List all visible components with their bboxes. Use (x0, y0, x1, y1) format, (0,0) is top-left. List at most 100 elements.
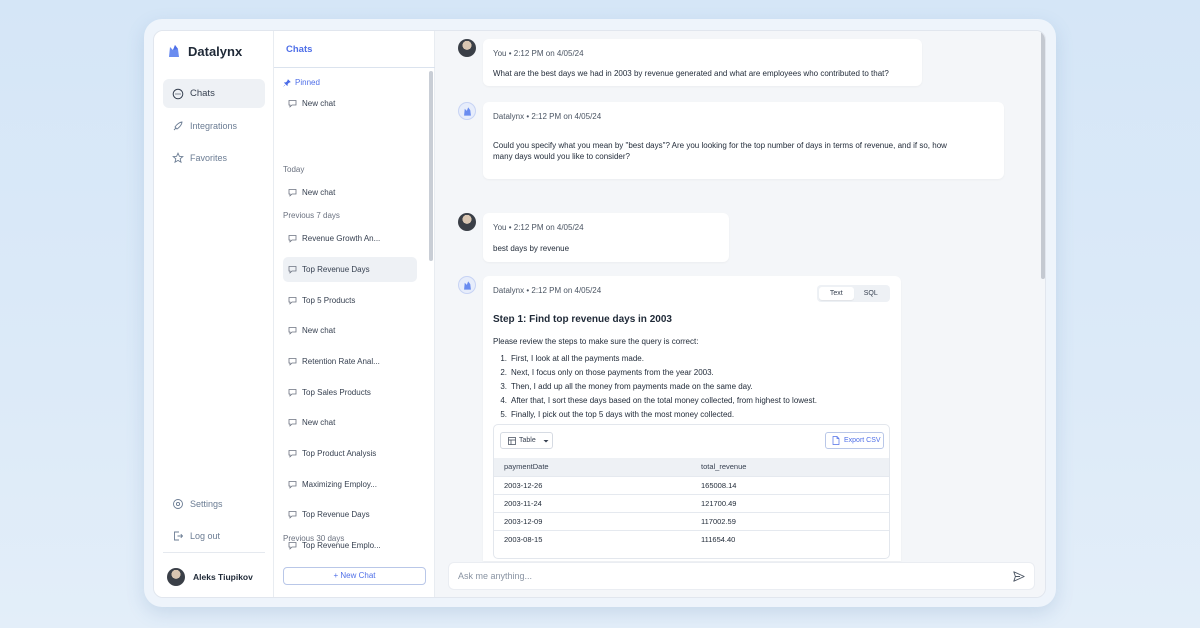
nav-item-logout[interactable]: Log out (163, 521, 265, 550)
avatar (458, 39, 476, 57)
bot-avatar (458, 102, 476, 120)
nav-item-label: Settings (190, 498, 223, 509)
message-input[interactable] (449, 563, 989, 589)
chat-bubble-icon (288, 389, 297, 397)
new-chat-button[interactable]: + New Chat (283, 567, 426, 585)
file-icon (832, 436, 840, 445)
chats-scrollbar[interactable] (429, 71, 433, 261)
table-cell: 2003-11-24 (494, 493, 691, 512)
chats-header: Chats (274, 31, 435, 68)
view-select[interactable]: Table (500, 432, 553, 449)
chat-item[interactable]: New chat (283, 410, 417, 435)
table-cell: 2003-12-26 (494, 475, 691, 494)
pinned-label: Pinned (283, 78, 320, 87)
conversation: You • 2:12 PM on 4/05/24 What are the be… (435, 31, 1045, 597)
chat-bubble-icon (288, 266, 297, 274)
chat-bubble-icon (288, 327, 297, 335)
list-item: 5. Finally, I pick out the top 5 days wit… (500, 410, 735, 419)
result-table-card: Table Export CSV paymentDate total_reven… (493, 424, 890, 559)
today-label: Today (283, 165, 305, 174)
chat-item[interactable]: Revenue Growth An... (283, 226, 417, 251)
table-row: 2003-12-26 165008.14 (494, 475, 889, 494)
chat-bubble-icon (288, 189, 297, 197)
table-cell: 111654.40 (691, 529, 889, 548)
chat-bubble-icon (288, 481, 297, 489)
chat-item[interactable]: Top Revenue Days (283, 502, 417, 527)
message-text-line-1: Could you specify what you mean by "best… (493, 141, 947, 150)
table-icon (508, 436, 516, 445)
cat-logo-icon (463, 106, 471, 116)
table-cell: 2003-12-09 (494, 511, 691, 530)
message-meta: Datalynx • 2:12 PM on 4/05/24 (493, 286, 602, 295)
text-sql-toggle: Text SQL (817, 285, 890, 302)
toggle-text[interactable]: Text (819, 287, 854, 300)
message-composer (448, 562, 1035, 590)
nav-item-integrations[interactable]: Integrations (163, 111, 265, 140)
user-profile[interactable]: Aleks Tiupikov (167, 568, 253, 586)
toggle-sql[interactable]: SQL (854, 287, 889, 300)
nav-item-label: Integrations (190, 120, 238, 131)
chat-bubble-icon (288, 100, 297, 108)
conversation-scrollbar[interactable] (1041, 31, 1045, 279)
table-row: 2003-08-15 111654.40 (494, 529, 889, 548)
message-meta: Datalynx • 2:12 PM on 4/05/24 (493, 112, 602, 121)
message-user: You • 2:12 PM on 4/05/24 best days by re… (483, 213, 729, 262)
chat-item[interactable]: Top 5 Products (283, 288, 417, 313)
table-row: 2003-12-09 117002.59 (494, 511, 889, 530)
user-name: Aleks Tiupikov (193, 572, 253, 582)
chat-item[interactable]: Retention Rate Anal... (283, 349, 417, 374)
chat-bubble-icon (288, 297, 297, 305)
export-csv-button[interactable]: Export CSV (825, 432, 884, 449)
previous-7-days-label: Previous 7 days (283, 211, 340, 220)
rocket-icon (173, 121, 183, 130)
chat-bubble-icon (288, 450, 297, 458)
chat-item[interactable]: Top Sales Products (283, 380, 417, 405)
pin-icon (283, 78, 291, 87)
logout-icon (174, 531, 184, 540)
chat-item[interactable]: Top Product Analysis (283, 441, 417, 466)
avatar (458, 213, 476, 231)
steps-list: 1. First, I look at all the payments made… (493, 352, 817, 422)
list-item: 2. Next, I focus only on those payments f… (500, 368, 714, 377)
chat-bubble-icon (172, 88, 184, 99)
steps-intro: Please review the steps to make sure the… (493, 337, 699, 346)
table-cell: 2003-08-15 (494, 529, 691, 548)
chat-item[interactable]: New chat (283, 318, 417, 343)
bot-avatar (458, 276, 476, 294)
nav-item-settings[interactable]: Settings (163, 489, 265, 518)
table-cell: 121700.49 (691, 493, 889, 512)
nav-item-label: Chats (190, 88, 215, 99)
chat-item[interactable]: Maximizing Employ... (283, 472, 417, 497)
chat-bubble-icon (288, 235, 297, 243)
nav-item-favorites[interactable]: Favorites (163, 143, 265, 172)
table-cell: 165008.14 (691, 475, 889, 494)
message-bot: Datalynx • 2:12 PM on 4/05/24 Could you … (483, 102, 1004, 179)
column-header: paymentDate (494, 458, 691, 476)
list-item: 4. After that, I sort these days based on… (500, 396, 817, 405)
list-item: 3. Then, I add up all the money from paym… (500, 382, 753, 391)
message-meta: You • 2:12 PM on 4/05/24 (493, 49, 584, 58)
list-item: 1. First, I look at all the payments made… (500, 354, 644, 363)
message-bot: Datalynx • 2:12 PM on 4/05/24 Text SQL S… (483, 276, 901, 561)
message-text: What are the best days we had in 2003 by… (493, 69, 889, 78)
nav-item-label: Favorites (190, 152, 228, 163)
send-icon[interactable] (1013, 571, 1025, 582)
table-row: 2003-11-24 121700.49 (494, 493, 889, 512)
left-nav: Datalynx Chats Integrations Favorites Se… (154, 31, 274, 597)
app-name: Datalynx (188, 43, 243, 59)
result-table: paymentDate total_revenue 2003-12-26 165… (494, 458, 889, 548)
star-icon (172, 151, 184, 163)
chat-bubble-icon (288, 419, 297, 427)
step-title: Step 1: Find top revenue days in 2003 (493, 314, 672, 325)
cat-logo-icon (169, 45, 179, 57)
previous-30-days-label: Previous 30 days (283, 534, 345, 543)
message-text: best days by revenue (493, 244, 570, 253)
column-header: total_revenue (691, 458, 889, 476)
table-cell: 117002.59 (691, 511, 889, 530)
chat-item[interactable]: New chat (283, 180, 417, 205)
message-user: You • 2:12 PM on 4/05/24 What are the be… (483, 39, 922, 86)
chat-item[interactable]: New chat (283, 91, 417, 116)
chat-bubble-icon (288, 511, 297, 519)
nav-item-chats[interactable]: Chats (163, 79, 265, 108)
chat-item-selected[interactable]: Top Revenue Days (283, 257, 417, 282)
